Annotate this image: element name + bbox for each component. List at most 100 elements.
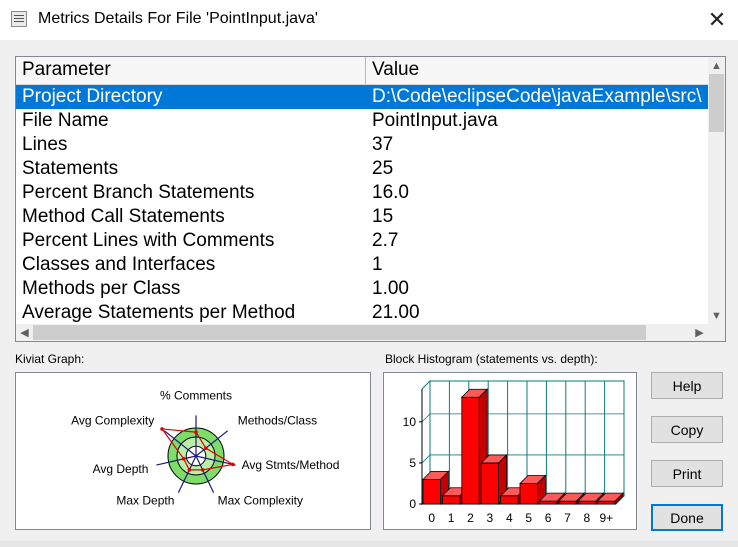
- parameter-cell: Project Directory: [22, 86, 163, 107]
- histogram-y-tick-label: 5: [409, 456, 416, 470]
- copy-button[interactable]: Copy: [651, 416, 723, 443]
- kiviat-axis-label: Max Depth: [116, 494, 174, 508]
- close-button[interactable]: ✕: [696, 0, 738, 40]
- table-row[interactable]: Statements 25: [16, 157, 708, 181]
- value-cell: 1.00: [372, 278, 409, 299]
- parameter-cell: Average Statements per Method: [22, 302, 296, 323]
- value-cell: 2.7: [372, 230, 399, 251]
- histogram-x-tick-label: 9+: [599, 511, 613, 525]
- histogram-x-tick-label: 8: [584, 511, 591, 525]
- vertical-scrollbar[interactable]: ▲ ▼: [708, 57, 725, 324]
- histogram-bar: [480, 462, 499, 505]
- kiviat-value-point: [187, 468, 192, 472]
- kiviat-value-point: [204, 446, 208, 450]
- histogram-x-tick-label: 6: [545, 511, 552, 525]
- column-header-parameter[interactable]: Parameter: [22, 59, 111, 81]
- histogram-y-tick-label: 0: [409, 497, 416, 511]
- histogram-x-tick-label: 5: [525, 511, 532, 525]
- histogram-bar: [442, 495, 461, 505]
- bottom-strip: [0, 541, 738, 547]
- kiviat-axis-label: % Comments: [160, 388, 232, 402]
- print-button[interactable]: Print: [651, 460, 723, 487]
- histogram-bar: [558, 500, 577, 505]
- kiviat-graph: % Comments Methods/Class Avg Stmts/Method M…: [15, 372, 371, 530]
- kiviat-value-point: [160, 427, 164, 431]
- block-histogram: 0 5 10 0 1 2 3 4 5 6 7 8 9+: [383, 372, 637, 530]
- value-cell: 15: [372, 206, 394, 227]
- histogram-grid-horizontal: [421, 454, 431, 464]
- histogram-label: Block Histogram (statements vs. depth):: [385, 352, 598, 366]
- kiviat-axis-label: Methods/Class: [238, 414, 317, 428]
- vertical-scroll-thumb[interactable]: [709, 74, 724, 132]
- metrics-table: Parameter Value Project Directory D:\Code…: [15, 56, 726, 342]
- scroll-left-icon[interactable]: ◀: [16, 324, 33, 341]
- histogram-bar: [461, 396, 480, 505]
- value-cell: 37: [372, 134, 394, 155]
- help-button[interactable]: Help: [651, 372, 723, 399]
- histogram-x-tick-label: 0: [428, 511, 435, 525]
- parameter-cell: Classes and Interfaces: [22, 254, 216, 275]
- table-row[interactable]: Percent Lines with Comments 2.7: [16, 229, 708, 253]
- parameter-cell: Percent Lines with Comments: [22, 230, 275, 251]
- scroll-down-icon[interactable]: ▼: [708, 307, 725, 324]
- table-row[interactable]: Project Directory D:\Code\eclipseCode\jav…: [16, 85, 708, 109]
- parameter-cell: Methods per Class: [22, 278, 181, 299]
- kiviat-axis-label: Max Complexity: [218, 494, 303, 508]
- histogram-bar: [422, 478, 441, 505]
- parameter-cell: Percent Branch Statements: [22, 182, 255, 203]
- parameter-cell: Method Call Statements: [22, 206, 225, 227]
- value-cell: PointInput.java: [372, 110, 498, 131]
- histogram-x-tick-label: 4: [506, 511, 513, 525]
- horizontal-scrollbar[interactable]: ◀ ▶: [16, 324, 708, 341]
- table-body: Project Directory D:\Code\eclipseCode\jav…: [16, 85, 708, 325]
- kiviat-axis-label: Avg Stmts/Method: [242, 458, 340, 472]
- table-row[interactable]: Percent Branch Statements 16.0: [16, 181, 708, 205]
- histogram-chart: 05100 1 2 3 4 5 6 7 8 9+: [403, 379, 626, 525]
- histogram-x-tick-label: 7: [564, 511, 571, 525]
- done-button[interactable]: Done: [651, 504, 723, 531]
- column-divider[interactable]: [365, 57, 366, 84]
- histogram-bar: [538, 500, 558, 505]
- scroll-right-icon[interactable]: ▶: [691, 324, 708, 341]
- value-cell: 16.0: [372, 182, 409, 203]
- histogram-bar: [519, 483, 538, 505]
- histogram-bar: [597, 500, 616, 505]
- table-row[interactable]: Average Statements per Method 21.00: [16, 301, 708, 325]
- kiviat-label: Kiviat Graph:: [15, 352, 85, 366]
- table-header: Parameter Value: [16, 57, 708, 85]
- kiviat-value-point: [200, 468, 205, 472]
- parameter-cell: File Name: [22, 110, 109, 131]
- table-row[interactable]: Methods per Class 1.00: [16, 277, 708, 301]
- histogram-bar: [577, 500, 596, 505]
- title-bar: Metrics Details For File 'PointInput.jav…: [0, 0, 738, 40]
- parameter-cell: Lines: [22, 134, 68, 155]
- histogram-grid-horizontal: [421, 413, 431, 423]
- value-cell: 21.00: [372, 302, 420, 323]
- horizontal-scroll-thumb[interactable]: [33, 325, 646, 340]
- table-row[interactable]: Lines 37: [16, 133, 708, 157]
- kiviat-value-point: [231, 462, 235, 467]
- histogram-y-tick-label: 10: [403, 415, 417, 429]
- parameter-cell: Statements: [22, 158, 119, 179]
- value-cell: 25: [372, 158, 394, 179]
- kiviat-axis-label: Avg Depth: [93, 462, 149, 476]
- kiviat-value-point: [194, 430, 198, 434]
- window-title: Metrics Details For File 'PointInput.jav…: [38, 10, 318, 27]
- table-row[interactable]: File Name PointInput.java: [16, 109, 708, 133]
- table-row[interactable]: Classes and Interfaces 1: [16, 253, 708, 277]
- histogram-x-tick-label: 3: [487, 511, 494, 525]
- kiviat-axis-label: Avg Complexity: [71, 414, 154, 428]
- scrollbar-corner: [708, 324, 725, 341]
- value-cell: D:\Code\eclipseCode\javaExample\src\: [372, 86, 702, 107]
- kiviat-value-point: [181, 457, 186, 461]
- scroll-up-icon[interactable]: ▲: [708, 57, 725, 74]
- histogram-bar: [500, 495, 519, 505]
- app-icon: [11, 11, 27, 27]
- close-icon: ✕: [707, 7, 727, 32]
- value-cell: 1: [372, 254, 383, 275]
- histogram-x-tick-label: 1: [448, 511, 455, 525]
- histogram-x-tick-label: 2: [467, 511, 474, 525]
- table-row[interactable]: Method Call Statements 15: [16, 205, 708, 229]
- column-header-value[interactable]: Value: [372, 59, 419, 81]
- kiviat-chart: % Comments Methods/Class Avg Stmts/Method M…: [71, 388, 340, 508]
